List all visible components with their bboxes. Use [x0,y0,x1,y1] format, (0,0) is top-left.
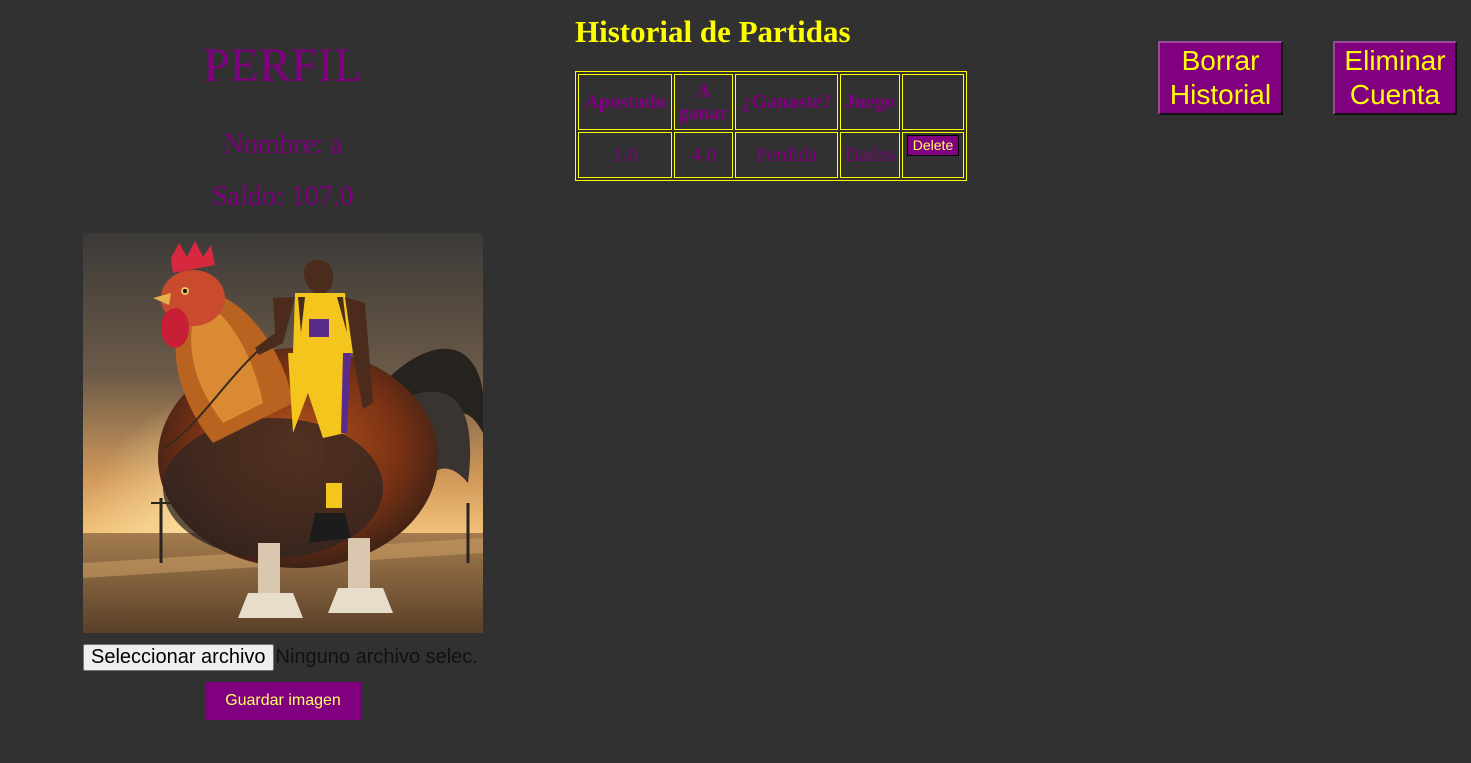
avatar-illustration [83,233,483,633]
file-status-text: Ninguno archivo selec. [275,646,478,668]
header-bet: Apostado [578,74,672,130]
profile-avatar-image [83,233,483,633]
history-title: Historial de Partidas [575,14,851,49]
profile-title: PERFIL [202,39,364,92]
delete-account-label-line2: Cuenta [1349,79,1441,110]
header-to-win: A ganar [674,74,733,130]
cell-bet: 1.0 [578,132,672,178]
delete-account-label-line1: Eliminar [1344,45,1446,76]
profile-name: Nombre: a [223,129,343,160]
profile-balance: Saldo: 107.0 [212,181,354,212]
clear-history-label-line2: Historial [1169,79,1272,110]
header-won: ¿Ganaste? [735,74,838,130]
delete-account-button[interactable]: Eliminar Cuenta [1333,41,1457,115]
history-table: Apostado A ganar ¿Ganaste? Juego 1.0 4.0… [575,71,967,181]
delete-row-button[interactable]: Delete [906,135,960,156]
table-row: 1.0 4.0 Perdida Dados Delete [578,132,964,178]
file-picker: Seleccionar archivo Ninguno archivo selec… [83,644,503,671]
profile-page: PERFIL Nombre: a Saldo: 107.0 Selecciona… [0,0,1471,763]
cell-actions: Delete [902,132,964,178]
cell-won: Perdida [735,132,838,178]
history-header-row: Apostado A ganar ¿Ganaste? Juego [578,74,964,130]
header-actions [902,74,964,130]
clear-history-label-line1: Borrar [1181,45,1260,76]
cell-to-win: 4.0 [674,132,733,178]
choose-file-button[interactable]: Seleccionar archivo [83,644,274,671]
header-game: Juego [840,74,900,130]
clear-history-button[interactable]: Borrar Historial [1158,41,1283,115]
cell-game: Dados [840,132,900,178]
save-image-button[interactable]: Guardar imagen [205,682,361,720]
